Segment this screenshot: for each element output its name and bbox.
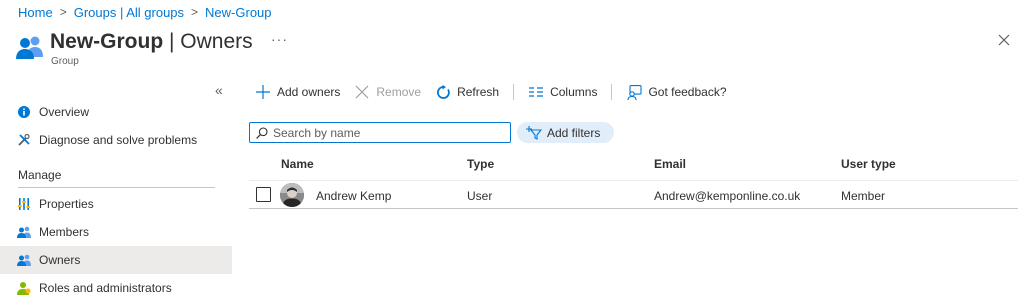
more-options-icon[interactable]: ··· — [271, 31, 288, 47]
refresh-icon — [435, 84, 451, 100]
add-filters-button[interactable]: Add filters — [517, 122, 614, 143]
plus-icon — [255, 84, 271, 100]
info-icon — [17, 105, 31, 119]
sidebar-divider — [18, 187, 215, 188]
breadcrumb-group[interactable]: New-Group — [205, 5, 271, 20]
feedback-button[interactable]: Got feedback? — [626, 84, 727, 100]
sidebar-item-label: Overview — [39, 105, 90, 119]
members-icon — [17, 225, 31, 239]
sidebar-item-label: Diagnose and solve problems — [39, 133, 198, 147]
search-box[interactable] — [249, 122, 511, 143]
sidebar-section-manage: Manage — [18, 168, 62, 182]
table-header: Name Type Email User type — [249, 151, 1018, 177]
column-header-name[interactable]: Name — [281, 157, 314, 171]
columns-label: Columns — [550, 85, 598, 99]
add-filters-label: Add filters — [547, 125, 601, 140]
breadcrumb-all-groups[interactable]: Groups | All groups — [74, 5, 184, 20]
row-checkbox[interactable] — [256, 187, 271, 202]
sidebar-item-roles[interactable]: Roles and administrators — [0, 274, 232, 299]
feedback-label: Got feedback? — [648, 85, 727, 99]
toolbar-divider — [611, 84, 613, 100]
roles-icon — [17, 281, 31, 295]
cell-email: Andrew@kemponline.co.uk — [654, 189, 801, 203]
search-icon — [256, 126, 268, 139]
page-header: New-Group | Owners Group ··· — [16, 29, 1016, 71]
page-subtitle: Group — [51, 56, 79, 67]
breadcrumb-separator: > — [191, 5, 199, 19]
sidebar-item-diagnose[interactable]: Diagnose and solve problems — [0, 126, 232, 154]
properties-icon — [17, 197, 31, 211]
sidebar-item-overview[interactable]: Overview — [0, 98, 232, 126]
columns-icon — [528, 84, 544, 100]
sidebar-item-owners[interactable]: Owners — [0, 246, 232, 274]
column-header-type[interactable]: Type — [467, 157, 494, 171]
remove-button[interactable]: Remove — [354, 84, 421, 100]
sidebar: « Overview Diagnose and solve problems M… — [0, 78, 232, 299]
page-title: New-Group | Owners — [50, 29, 253, 55]
remove-icon — [354, 84, 370, 100]
sidebar-item-members[interactable]: Members — [0, 218, 232, 246]
cell-type: User — [467, 189, 493, 203]
sidebar-item-label: Roles and administrators — [39, 281, 172, 295]
breadcrumb-separator: > — [59, 5, 67, 19]
refresh-label: Refresh — [457, 85, 500, 99]
avatar — [280, 183, 304, 207]
table-row[interactable]: Andrew Kemp User Andrew@kemponline.co.uk… — [249, 180, 1018, 209]
group-icon — [16, 36, 43, 59]
sidebar-item-label: Owners — [39, 253, 81, 267]
remove-label: Remove — [376, 85, 422, 99]
sidebar-item-label: Members — [39, 225, 90, 239]
breadcrumb-home[interactable]: Home — [18, 5, 53, 20]
cell-name: Andrew Kemp — [316, 189, 392, 203]
sidebar-item-label: Properties — [39, 197, 94, 211]
add-owners-button[interactable]: Add owners — [255, 84, 340, 100]
column-header-email[interactable]: Email — [654, 157, 686, 171]
collapse-sidebar-icon[interactable]: « — [215, 82, 223, 98]
toolbar-divider — [513, 84, 515, 100]
add-filter-icon — [526, 125, 542, 140]
refresh-button[interactable]: Refresh — [435, 84, 499, 100]
search-input[interactable] — [273, 125, 493, 140]
page-title-page: Owners — [180, 30, 253, 53]
breadcrumb: Home > Groups | All groups > New-Group — [18, 4, 272, 20]
feedback-icon — [626, 84, 642, 100]
columns-button[interactable]: Columns — [528, 84, 597, 100]
close-icon[interactable] — [997, 33, 1011, 47]
sidebar-item-properties[interactable]: Properties — [0, 190, 232, 218]
tools-icon — [17, 133, 31, 147]
page-title-group: New-Group — [50, 30, 164, 53]
column-header-user-type[interactable]: User type — [841, 157, 896, 171]
owners-icon — [17, 253, 31, 267]
add-owners-label: Add owners — [277, 85, 341, 99]
command-bar: Add owners Remove Refresh Columns Got fe… — [255, 82, 741, 102]
page-title-separator: | — [163, 30, 181, 53]
cell-user-type: Member — [841, 189, 886, 203]
